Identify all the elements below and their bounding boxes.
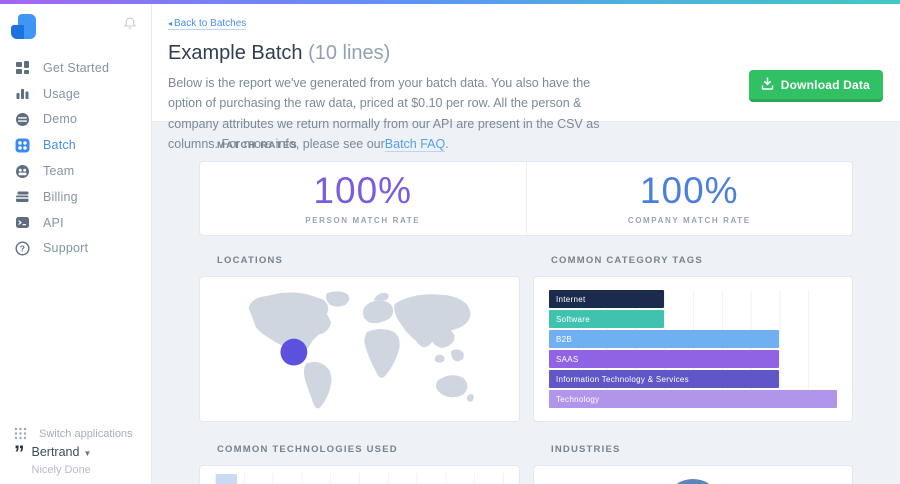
technologies-card [199, 465, 520, 484]
org-name: Nicely Done [31, 464, 91, 476]
download-icon [761, 77, 774, 93]
location-marker [279, 338, 307, 366]
download-data-button[interactable]: Download Data [748, 70, 883, 102]
chevron-down-icon: ▼ [83, 449, 92, 458]
section-label-locations: LOCATIONS [217, 255, 284, 266]
app-screen: Get Started Usage Demo Batch Team Billin… [0, 0, 900, 484]
svg-text:?: ? [20, 244, 25, 254]
top-gradient-bar [0, 0, 900, 4]
category-bar-rows: Internet Software B2B SAAS Information Techn… [549, 290, 837, 408]
sidebar-item-support[interactable]: ? Support [0, 236, 151, 262]
grid-dots-icon [14, 427, 27, 440]
sidebar-item-usage[interactable]: Usage [0, 81, 151, 107]
person-match-rate-value: 100% [313, 170, 413, 211]
terminal-icon [14, 214, 31, 231]
batch-dots-icon [14, 137, 31, 154]
bar-internet: Internet [549, 290, 665, 308]
match-rates-card: 100% PERSON MATCH RATE 100% COMPANY MATC… [199, 161, 853, 236]
dashboard-grid-icon [14, 59, 31, 76]
sidebar-item-label: Batch [43, 138, 76, 153]
bar-software: Software [549, 310, 665, 328]
page-header: ◂ Back to Batches Example Batch (10 lines… [152, 4, 900, 152]
chart-gridlines [215, 473, 504, 484]
sidebar-item-team[interactable]: Team [0, 158, 151, 184]
main-area: ◂ Back to Batches Example Batch (10 lines… [152, 4, 900, 484]
company-match-rate-caption: COMPANY MATCH RATE [627, 216, 751, 225]
person-match-rate-caption: PERSON MATCH RATE [305, 216, 421, 225]
back-to-batches-link[interactable]: ◂ Back to Batches [168, 18, 247, 30]
sidebar-item-label: Billing [43, 189, 78, 204]
org-avatar-icon: ” [14, 442, 24, 465]
sidebar-item-billing[interactable]: Billing [0, 184, 151, 210]
credit-card-icon [14, 188, 31, 205]
bar-technology: Technology [549, 390, 837, 408]
sidebar-item-demo[interactable]: Demo [0, 107, 151, 133]
sidebar-item-label: API [43, 215, 64, 230]
section-label-industries: INDUSTRIES [551, 444, 621, 455]
switch-applications[interactable]: Switch applications [14, 427, 133, 440]
user-menu[interactable]: ” Bertrand ▼ Nicely Done [14, 443, 91, 476]
sidebar-item-label: Team [43, 164, 75, 179]
category-tags-card: Internet Software B2B SAAS Information Techn… [533, 276, 853, 422]
company-match-rate-value: 100% [639, 170, 739, 211]
batch-faq-link[interactable]: Batch FAQ [384, 136, 446, 152]
sidebar-item-label: Usage [43, 86, 81, 101]
switch-applications-label: Switch applications [39, 427, 133, 440]
sidebar: Get Started Usage Demo Batch Team Billin… [0, 4, 152, 484]
page-title: Example Batch (10 lines) [168, 42, 391, 64]
page-description: Below is the report we've generated from… [168, 76, 600, 152]
sidebar-item-api[interactable]: API [0, 210, 151, 236]
report-content: MATCH RATES 100% PERSON MATCH RATE 100% … [152, 122, 900, 484]
bar-information-technology-services: Information Technology & Services [549, 370, 780, 388]
sidebar-nav: Get Started Usage Demo Batch Team Billin… [0, 55, 151, 261]
world-map [200, 277, 519, 421]
locations-card [199, 276, 520, 422]
technologies-first-bar [216, 474, 237, 484]
clearbit-logo-icon[interactable] [11, 14, 36, 39]
browser-circle-icon [14, 111, 31, 128]
bar-saas: SAAS [549, 350, 780, 368]
sidebar-item-get-started[interactable]: Get Started [0, 55, 151, 81]
question-circle-icon: ? [14, 240, 31, 257]
sidebar-item-label: Support [43, 241, 89, 256]
team-icon [14, 163, 31, 180]
sidebar-item-label: Demo [43, 112, 78, 127]
sidebar-item-batch[interactable]: Batch [0, 132, 151, 158]
user-name: Bertrand [31, 445, 80, 459]
person-match-rate: 100% PERSON MATCH RATE [200, 162, 526, 235]
bar-chart-icon [14, 85, 31, 102]
bar-b2b: B2B [549, 330, 780, 348]
section-label-technologies: COMMON TECHNOLOGIES USED [217, 444, 398, 455]
company-match-rate: 100% COMPANY MATCH RATE [525, 162, 853, 235]
notification-bell-icon[interactable] [121, 15, 139, 33]
back-arrow-icon: ◂ [168, 19, 173, 28]
section-label-category-tags: COMMON CATEGORY TAGS [551, 255, 703, 266]
technologies-chart [215, 473, 504, 484]
sidebar-item-label: Get Started [43, 60, 110, 75]
industries-donut-chart [664, 479, 722, 484]
industries-card [533, 465, 853, 484]
category-tags-chart: Internet Software B2B SAAS Information Techn… [549, 290, 837, 408]
page-title-suffix: (10 lines) [308, 42, 391, 64]
